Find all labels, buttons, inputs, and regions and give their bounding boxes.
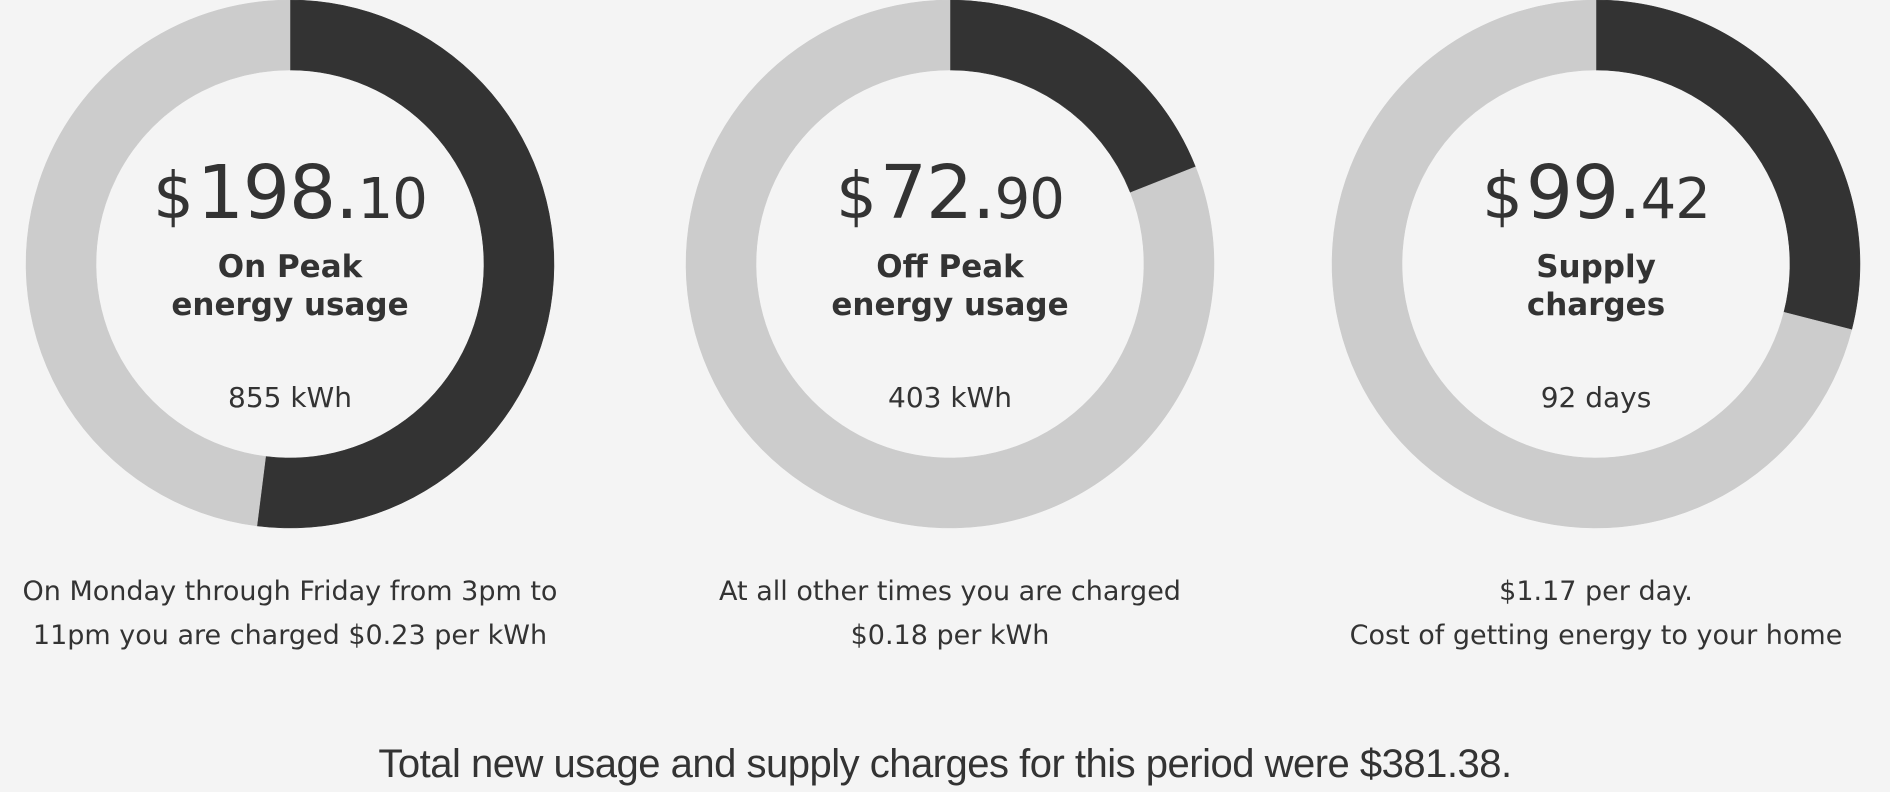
- on-peak-amount: $198.10: [10, 148, 570, 245]
- currency-symbol: $: [153, 160, 194, 234]
- amount-dollars: 99.: [1525, 150, 1642, 236]
- description-line-1: At all other times you are charged: [719, 576, 1181, 607]
- amount-cents: 42: [1640, 167, 1711, 232]
- amount-dollars: 72.: [879, 150, 996, 236]
- on-peak-card: $198.10 On Peak energy usage 855 kWh On M…: [10, 0, 570, 680]
- label-line-2: charges: [1526, 287, 1666, 323]
- currency-symbol: $: [1482, 160, 1523, 234]
- amount-cents: 10: [357, 167, 428, 232]
- label-line-2: energy usage: [831, 287, 1069, 323]
- description-line-1: $1.17 per day.: [1499, 576, 1693, 607]
- off-peak-description: At all other times you are charged $0.18 …: [670, 570, 1230, 658]
- supply-amount: $99.42: [1316, 148, 1876, 245]
- total-summary: Total new usage and supply charges for t…: [378, 742, 1512, 786]
- description-line-2: Cost of getting energy to your home: [1349, 620, 1843, 651]
- currency-symbol: $: [836, 160, 877, 234]
- on-peak-quantity: 855 kWh: [228, 381, 352, 414]
- label-line-1: Supply: [1536, 249, 1656, 285]
- label-line-2: energy usage: [171, 287, 409, 323]
- off-peak-label: Off Peak energy usage: [670, 248, 1230, 324]
- description-line-2: 11pm you are charged $0.23 per kWh: [32, 620, 548, 651]
- label-line-1: On Peak: [217, 249, 363, 285]
- on-peak-description: On Monday through Friday from 3pm to 11pm…: [10, 570, 570, 658]
- amount-cents: 90: [994, 167, 1065, 232]
- off-peak-amount: $72.90: [670, 148, 1230, 245]
- supply-description: $1.17 per day. Cost of getting energy to …: [1316, 570, 1876, 658]
- off-peak-quantity: 403 kWh: [888, 381, 1012, 414]
- on-peak-label: On Peak energy usage: [10, 248, 570, 324]
- amount-dollars: 198.: [196, 150, 359, 236]
- off-peak-card: $72.90 Off Peak energy usage 403 kWh At a…: [670, 0, 1230, 680]
- supply-quantity: 92 days: [1540, 381, 1652, 414]
- supply-card: $99.42 Supply charges 92 days $1.17 per d…: [1316, 0, 1876, 680]
- supply-label: Supply charges: [1316, 248, 1876, 324]
- label-line-1: Off Peak: [876, 249, 1024, 285]
- description-line-2: $0.18 per kWh: [850, 620, 1050, 651]
- description-line-1: On Monday through Friday from 3pm to: [22, 576, 558, 607]
